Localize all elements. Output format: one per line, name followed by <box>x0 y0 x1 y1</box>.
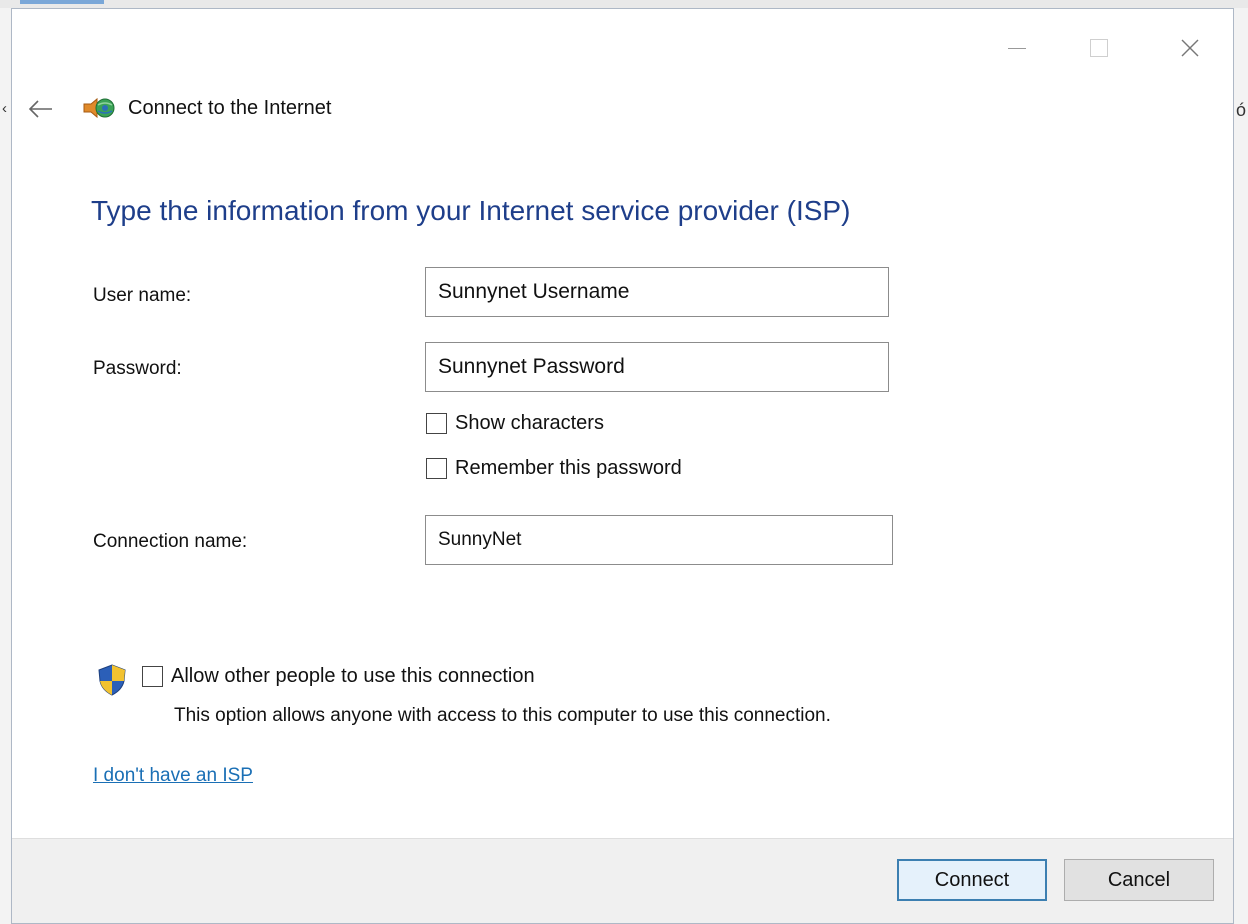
uac-shield-icon <box>98 664 126 696</box>
background-window-right: ó <box>1234 8 1248 924</box>
window-title: Connect to the Internet <box>128 97 332 119</box>
connect-dialog: Connect to the Internet Type the informa… <box>11 8 1234 924</box>
background-window-left: ‹ <box>0 8 11 924</box>
username-label: User name: <box>93 285 192 306</box>
back-button[interactable] <box>26 97 56 121</box>
remember-password-label: Remember this password <box>455 457 682 479</box>
show-characters-option[interactable]: Show characters <box>426 412 604 435</box>
remember-password-checkbox[interactable] <box>426 458 447 479</box>
page-heading: Type the information from your Internet … <box>91 195 851 226</box>
background-window-edge <box>0 0 1248 8</box>
back-arrow-icon <box>28 100 52 118</box>
allow-others-label: Allow other people to use this connectio… <box>171 665 535 687</box>
connect-button[interactable]: Connect <box>897 859 1047 901</box>
minimize-button[interactable] <box>997 31 1037 65</box>
no-isp-link[interactable]: I don't have an ISP <box>93 765 253 787</box>
allow-others-checkbox[interactable] <box>142 666 163 687</box>
connection-name-label: Connection name: <box>93 531 248 552</box>
allow-others-option[interactable]: Allow other people to use this connectio… <box>142 665 535 688</box>
show-characters-checkbox[interactable] <box>426 413 447 434</box>
password-field[interactable] <box>425 342 889 392</box>
password-label: Password: <box>93 358 182 379</box>
dialog-footer: Connect Cancel <box>12 838 1233 923</box>
network-globe-icon <box>83 97 115 119</box>
show-characters-label: Show characters <box>455 412 604 434</box>
allow-others-note: This option allows anyone with access to… <box>174 705 831 726</box>
username-field[interactable] <box>425 267 889 317</box>
background-window-accent <box>20 0 104 4</box>
close-icon <box>1181 39 1199 57</box>
connection-name-field[interactable] <box>425 515 893 565</box>
remember-password-option[interactable]: Remember this password <box>426 457 682 480</box>
maximize-button[interactable] <box>1079 31 1119 65</box>
close-button[interactable] <box>1170 31 1210 65</box>
cancel-button[interactable]: Cancel <box>1064 859 1214 901</box>
